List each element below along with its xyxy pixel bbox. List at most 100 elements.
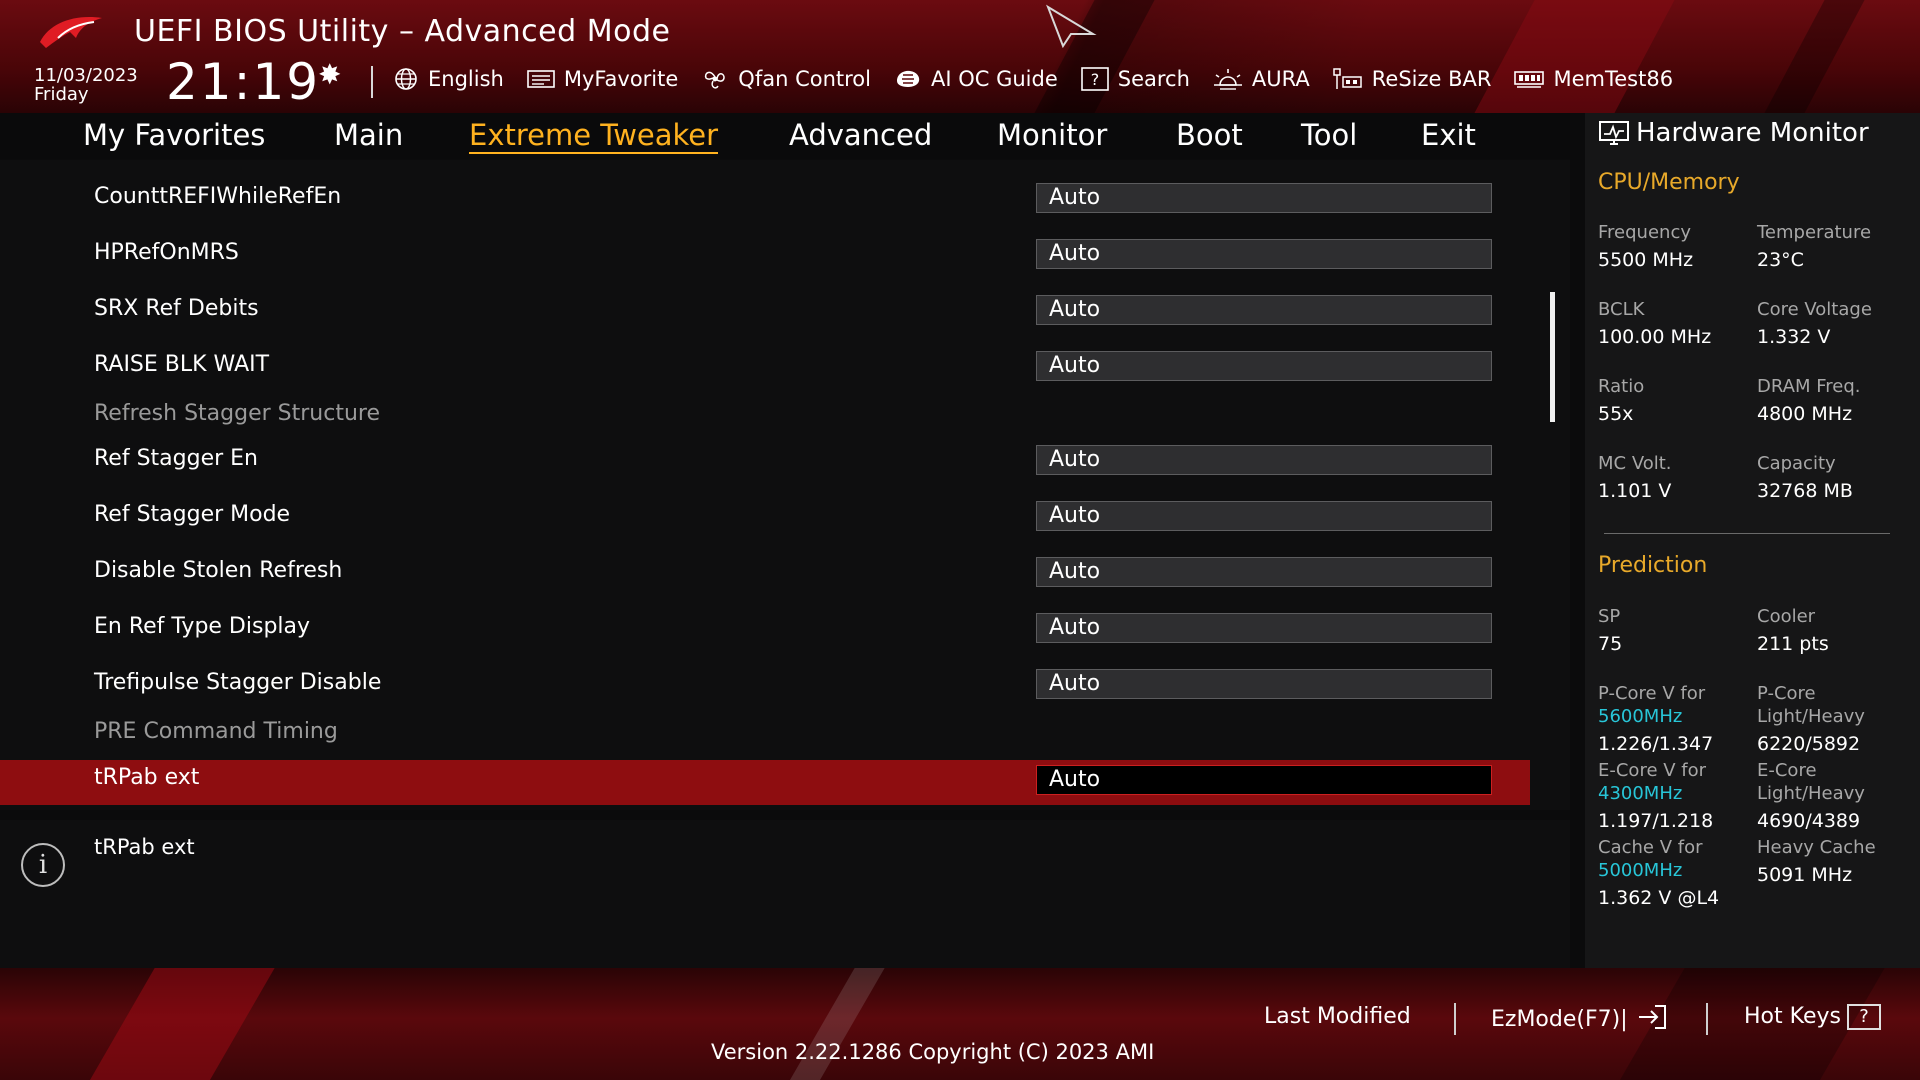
tool-label: MyFavorite (563, 67, 679, 91)
pcore-v-label: P-Core V for (1598, 683, 1706, 704)
setting-value-select[interactable]: Auto (1036, 557, 1492, 587)
cache-v-label: Cache V for (1598, 837, 1703, 858)
tab-extreme-tweaker[interactable]: Extreme Tweaker (469, 118, 719, 154)
ecore-light-heavy-value: 4690/4389 (1757, 810, 1861, 832)
ezmode-button[interactable]: EzMode(F7)| (1491, 1004, 1669, 1036)
tab-boot[interactable]: Boot (1176, 118, 1243, 152)
sp-label: SP (1598, 606, 1621, 627)
tool-language-english[interactable]: English (392, 67, 504, 91)
tab-tool[interactable]: Tool (1301, 118, 1357, 152)
rog-logo-icon (40, 17, 102, 48)
heavy-cache-label: Heavy Cache (1757, 837, 1876, 858)
heavy-cache-value: 5091 MHz (1757, 864, 1853, 886)
tab-advanced[interactable]: Advanced (789, 118, 932, 152)
tool-qfan-control[interactable]: Qfan Control (700, 67, 871, 91)
svg-text:?: ? (1091, 70, 1100, 89)
setting-label[interactable]: Ref Stagger En (94, 446, 258, 471)
ecore-v-value: 1.197/1.218 (1598, 810, 1714, 832)
last-modified-button[interactable]: Last Modified (1264, 1004, 1411, 1029)
tool-ai-oc-guide[interactable]: AI OC Guide (893, 67, 1058, 91)
core-voltage-value: 1.332 V (1757, 326, 1831, 348)
tool-label: AURA (1251, 67, 1310, 91)
tab-my-favorites[interactable]: My Favorites (83, 118, 265, 152)
clock-time: 21:19 (166, 53, 321, 111)
dram-freq-value: 4800 MHz (1757, 403, 1853, 425)
hot-keys-label: Hot Keys (1744, 1004, 1841, 1029)
setting-value-select[interactable]: Auto (1036, 613, 1492, 643)
core-voltage-label: Core Voltage (1757, 299, 1872, 320)
tab-exit[interactable]: Exit (1421, 118, 1476, 152)
footer-decor (79, 968, 281, 1080)
tab-main[interactable]: Main (334, 118, 403, 152)
ratio-label: Ratio (1598, 376, 1645, 397)
setting-value-select[interactable]: Auto (1036, 239, 1492, 269)
cache-v-frequency: 5000MHz (1598, 860, 1683, 881)
cooler-label: Cooler (1757, 606, 1816, 627)
tool-myfavorite[interactable]: MyFavorite (526, 67, 678, 91)
setting-value-select[interactable]: Auto (1036, 351, 1492, 381)
header-decor (1454, 0, 1686, 113)
tool-label: Search (1117, 67, 1190, 91)
temperature-value: 23°C (1757, 249, 1804, 271)
info-icon: i (21, 843, 65, 887)
mc-volt-value: 1.101 V (1598, 480, 1672, 502)
header-decor (1744, 0, 1876, 113)
hardware-monitor-divider (1604, 533, 1890, 534)
hot-keys-button[interactable]: Hot Keys? (1744, 1004, 1881, 1030)
setting-value-select[interactable]: Auto (1036, 669, 1492, 699)
hardware-monitor-title: Hardware Monitor (1636, 118, 1869, 148)
tool-search[interactable]: ? Search (1080, 67, 1190, 91)
setting-label[interactable]: En Ref Type Display (94, 614, 310, 639)
fan-icon (700, 67, 730, 91)
section-header: Refresh Stagger Structure (94, 401, 380, 426)
favorite-icon (526, 68, 556, 90)
setting-value-select[interactable]: Auto (1036, 295, 1492, 325)
frequency-label: Frequency (1598, 222, 1691, 243)
setting-value-select-selected[interactable]: Auto (1036, 765, 1492, 795)
resize-bar-icon (1332, 67, 1364, 91)
setting-value-select[interactable]: Auto (1036, 183, 1492, 213)
ezmode-label: EzMode(F7)| (1491, 1007, 1628, 1032)
pcore-light-heavy-value: 6220/5892 (1757, 733, 1861, 755)
ecore-v-label: E-Core V for (1598, 760, 1707, 781)
setting-value-select[interactable]: Auto (1036, 501, 1492, 531)
frequency-value: 5500 MHz (1598, 249, 1694, 271)
setting-label-selected[interactable]: tRPab ext (94, 765, 199, 790)
exit-arrow-icon (1637, 1004, 1669, 1036)
pcore-v-value: 1.226/1.347 (1598, 733, 1714, 755)
footer-divider (1454, 1003, 1456, 1035)
globe-icon (392, 67, 420, 91)
info-description: tRPab ext (94, 835, 195, 859)
tool-aura[interactable]: AURA (1212, 67, 1310, 91)
setting-label[interactable]: RAISE BLK WAIT (94, 352, 269, 377)
ai-chip-icon (893, 67, 923, 91)
setting-label[interactable]: CounttREFIWhileRefEn (94, 184, 341, 209)
tool-label: AI OC Guide (930, 67, 1058, 91)
cpu-memory-heading: CPU/Memory (1598, 170, 1740, 195)
setting-label[interactable]: Disable Stolen Refresh (94, 558, 342, 583)
weekday-text: Friday (34, 84, 89, 105)
tool-memtest86[interactable]: MemTest86 (1513, 67, 1673, 91)
bclk-value: 100.00 MHz (1598, 326, 1712, 348)
tool-resize-bar[interactable]: ReSize BAR (1332, 67, 1491, 91)
date-display: 11/03/2023 Friday (34, 66, 138, 104)
date-text: 11/03/2023 (34, 65, 138, 86)
tab-monitor[interactable]: Monitor (997, 118, 1107, 152)
header-divider (371, 66, 373, 98)
setting-label[interactable]: HPRefOnMRS (94, 240, 239, 265)
setting-label[interactable]: SRX Ref Debits (94, 296, 259, 321)
mc-volt-label: MC Volt. (1598, 453, 1672, 474)
clock-settings-gear-icon[interactable]: ✸ (318, 58, 341, 91)
setting-label[interactable]: Ref Stagger Mode (94, 502, 290, 527)
setting-value-select[interactable]: Auto (1036, 445, 1492, 475)
pcore-light-heavy-label: P-Core Light/Heavy (1757, 683, 1865, 727)
temperature-label: Temperature (1757, 222, 1872, 243)
aura-icon (1212, 67, 1244, 91)
tool-label: English (428, 67, 504, 91)
help-key-icon: ? (1846, 1004, 1881, 1030)
ecore-light-heavy-label: E-Core Light/Heavy (1757, 760, 1865, 804)
settings-scrollbar[interactable] (1550, 292, 1555, 422)
section-header: PRE Command Timing (94, 719, 338, 744)
setting-label[interactable]: Trefipulse Stagger Disable (94, 670, 381, 695)
dram-freq-label: DRAM Freq. (1757, 376, 1861, 397)
